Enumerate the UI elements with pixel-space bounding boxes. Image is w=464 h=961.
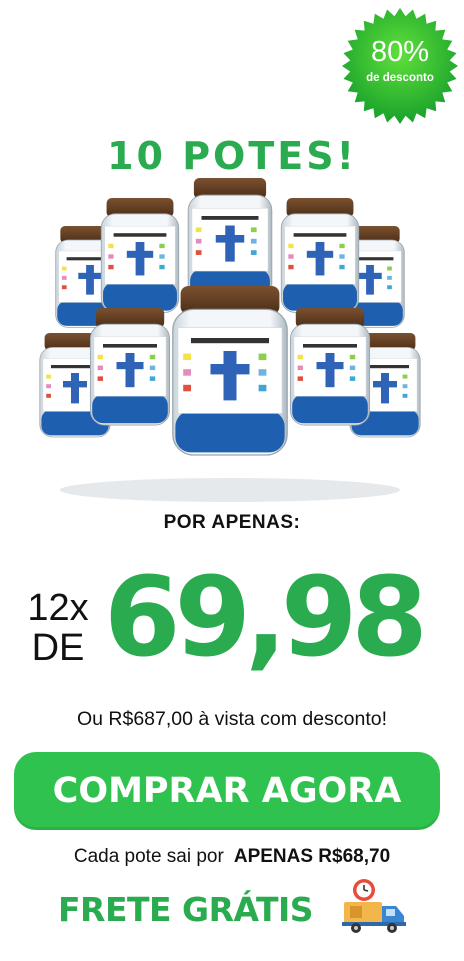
per-jar-price: Cada pote sai por APENAS R$68,70	[0, 846, 464, 868]
installment-price: 69,98	[104, 553, 428, 681]
product-jars-image	[39, 178, 421, 502]
per-jar-value: APENAS R$68,70	[233, 846, 391, 867]
buy-now-button[interactable]: COMPRAR AGORA	[14, 752, 440, 830]
cash-price: Ou R$687,00 à vista com desconto!	[76, 708, 387, 730]
headline: 10 POTES!	[107, 134, 357, 178]
installments-count: 12x	[27, 587, 89, 629]
discount-label: de desconto	[366, 72, 434, 84]
per-jar-prefix: Cada pote sai por	[73, 846, 224, 867]
discount-percent: 80%	[370, 36, 430, 68]
offer-intro: POR APENAS:	[163, 512, 301, 533]
discount-badge: 80% de desconto	[340, 6, 460, 126]
installments-block: 12x DE	[18, 588, 98, 668]
delivery-truck-icon	[342, 879, 406, 933]
free-shipping-label: FRETE GRÁTIS	[58, 890, 314, 929]
installments-de: DE	[31, 627, 85, 669]
